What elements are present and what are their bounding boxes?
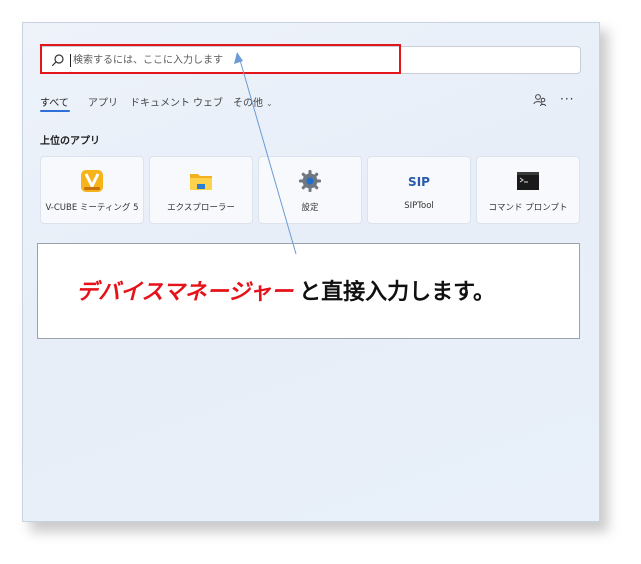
app-tile-explorer[interactable]: エクスプローラー — [149, 156, 253, 224]
instruction-text: デバイスマネージャー と直接入力します。 — [76, 274, 495, 306]
tab-label: ドキュメント — [130, 98, 190, 109]
app-tile-command-prompt[interactable]: コマンド プロンプト — [476, 156, 580, 224]
app-tile-label: 設定 — [301, 203, 319, 213]
gear-icon — [299, 170, 321, 192]
svg-text:SIP: SIP — [408, 175, 430, 189]
app-tile-siptool[interactable]: SIP SIPTool — [367, 156, 471, 224]
search-highlight-box — [40, 44, 401, 74]
app-tile-label: コマンド プロンプト — [488, 203, 568, 213]
app-tile-label: V-CUBE ミーティング 5 — [45, 203, 139, 213]
people-icon[interactable] — [533, 93, 547, 107]
tab-label: アプリ — [88, 98, 118, 109]
v-cube-icon — [81, 170, 103, 192]
folder-icon — [190, 174, 212, 190]
instruction-body: と直接入力します。 — [299, 280, 495, 305]
tab-label: その他 — [233, 98, 263, 109]
instruction-highlight: デバイスマネージャー — [76, 280, 294, 305]
app-tile-label: SIPTool — [404, 201, 434, 211]
tab-all[interactable]: すべて — [40, 94, 69, 109]
tab-documents[interactable]: ドキュメント — [130, 94, 190, 109]
sip-icon: SIP — [408, 175, 430, 189]
tab-label: すべて — [40, 98, 69, 109]
app-tile-v-cube[interactable]: V-CUBE ミーティング 5 — [40, 156, 144, 224]
tab-label: ウェブ — [193, 98, 223, 109]
tab-more[interactable]: その他 ⌄ — [233, 94, 273, 109]
more-options-icon[interactable]: ··· — [560, 92, 574, 106]
terminal-icon — [517, 172, 539, 190]
chevron-down-icon: ⌄ — [266, 99, 273, 108]
app-tile-label: エクスプローラー — [167, 203, 235, 213]
tab-apps[interactable]: アプリ — [88, 94, 118, 109]
app-tile-settings[interactable]: 設定 — [258, 156, 362, 224]
tab-web[interactable]: ウェブ — [193, 94, 223, 109]
active-tab-indicator — [40, 110, 70, 112]
section-title-top-apps: 上位のアプリ — [40, 136, 100, 147]
